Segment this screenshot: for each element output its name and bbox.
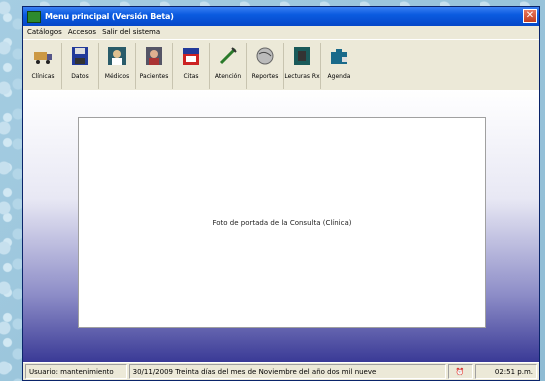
close-button[interactable]: ✕ [523, 9, 537, 23]
syringe-icon [219, 47, 237, 65]
status-time: 02:51 p.m. [474, 364, 537, 379]
agenda-label: Agenda [327, 73, 351, 80]
atencion-button[interactable]: Atención [210, 43, 247, 89]
lecturas-button[interactable]: Lecturas Rx [284, 43, 321, 89]
window-title: Menu principal (Versión Beta) [45, 12, 174, 21]
clinicas-button[interactable]: Clínicas [25, 43, 62, 89]
cover-panel-text: Foto de portada de la Consulta (Clínica) [212, 218, 352, 227]
lecturas-label: Lecturas Rx [284, 73, 320, 80]
briefcase-icon [331, 49, 347, 64]
globe-icon [256, 47, 274, 65]
citas-button[interactable]: Citas [173, 43, 210, 89]
pacientes-label: Pacientes [139, 73, 169, 80]
agenda-button[interactable]: Agenda [321, 43, 357, 89]
floppy-disk-icon [72, 47, 88, 65]
datos-button[interactable]: Datos [62, 43, 99, 89]
doctor-icon [108, 47, 126, 65]
menu-item-catalogos[interactable]: Catálogos [27, 28, 62, 36]
status-user: Usuario: mantenimiento [25, 364, 127, 379]
clinicas-label: Clínicas [31, 73, 55, 80]
app-icon [27, 10, 41, 23]
clock-icon: ⏰ [447, 364, 473, 379]
datos-label: Datos [71, 73, 89, 80]
client-area: Foto de portada de la Consulta (Clínica) [23, 90, 539, 362]
medicos-label: Médicos [104, 73, 130, 80]
patient-icon [146, 47, 162, 65]
truck-icon [34, 52, 52, 64]
main-window: Menu principal (Versión Beta) ✕ Catálogo… [22, 6, 540, 381]
reportes-button[interactable]: Reportes [247, 43, 284, 89]
menu-item-salir[interactable]: Salir del sistema [102, 28, 160, 36]
calendar-icon [183, 48, 199, 65]
title-bar[interactable]: Menu principal (Versión Beta) ✕ [23, 7, 539, 26]
status-date: 30/11/2009 Treinta días del mes de Novie… [128, 364, 446, 379]
citas-label: Citas [183, 73, 199, 80]
status-bar: Usuario: mantenimiento 30/11/2009 Treint… [23, 362, 539, 380]
atencion-label: Atención [214, 73, 242, 80]
menu-item-accesos[interactable]: Accesos [68, 28, 96, 36]
toolbar: Clínicas Datos Médicos Pacientes Citas A… [23, 39, 539, 91]
menu-bar: Catálogos Accesos Salir del sistema [23, 26, 539, 38]
pacientes-button[interactable]: Pacientes [136, 43, 173, 89]
cover-panel: Foto de portada de la Consulta (Clínica) [78, 117, 486, 328]
xray-icon [294, 47, 310, 65]
reportes-label: Reportes [251, 73, 279, 80]
medicos-button[interactable]: Médicos [99, 43, 136, 89]
